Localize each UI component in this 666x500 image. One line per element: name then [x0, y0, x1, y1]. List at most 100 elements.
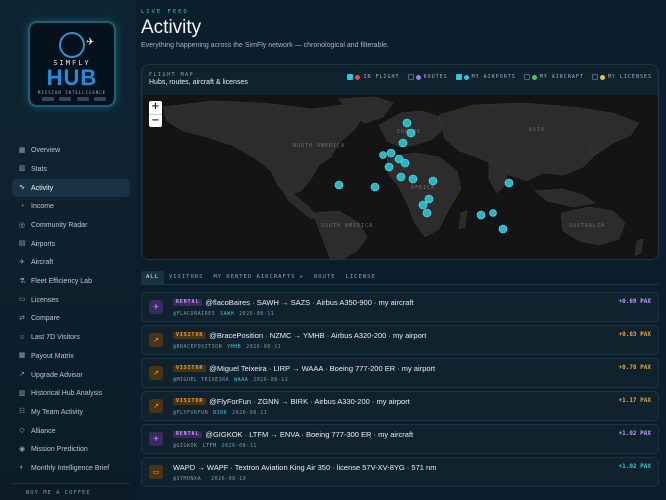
- sidebar-item-upgrade-advisor[interactable]: ↗ Upgrade Advisor: [12, 366, 130, 384]
- activity-meta: @GIGKOK LTFM 2026-08-11: [173, 443, 257, 449]
- visitors-icon: ☺: [18, 333, 26, 341]
- world-map[interactable]: NORTH AMERICA EUROPE ASIA AFRICA SOUTH A…: [143, 95, 658, 259]
- activity-description: @BracePosition · NZMC → YMHB · Airbus A3…: [209, 331, 427, 340]
- legend-toggle-my-aircraft[interactable]: MY AIRCRAFT: [523, 74, 584, 80]
- team-icon: ☷: [18, 408, 26, 416]
- logo-main: HUB: [46, 65, 98, 90]
- sidebar-item-label: Compare: [31, 315, 60, 323]
- sidebar-item-community-radar[interactable]: ◎ Community Radar: [12, 217, 130, 235]
- upgrade-icon: ↗: [19, 371, 25, 378]
- checkbox-icon[interactable]: [407, 74, 414, 80]
- tab-my-rented-aircrafts[interactable]: MY RENTED AIRCRAFTS ✈: [208, 271, 309, 284]
- checkbox-icon[interactable]: [455, 74, 462, 80]
- airport-icon: ▤: [18, 240, 26, 248]
- list-item[interactable]: ▭ WAPD → WAPF · Textron Aviation King Air…: [141, 457, 659, 487]
- sidebar-item-monthly-intelligence-brief[interactable]: ◐ Monthly Intelligence Brief: [12, 460, 130, 478]
- map-label-asia: ASIA: [529, 127, 545, 133]
- activity-user[interactable]: @MIGUEL TEIXEIRA: [173, 377, 229, 383]
- airport-marker: [370, 182, 380, 192]
- checkbox-icon[interactable]: [523, 74, 530, 80]
- sidebar-item-payout-matrix[interactable]: ▦ Payout Matrix: [12, 348, 130, 366]
- activity-icon: ∿: [19, 184, 25, 192]
- sidebar-item-label: Alliance: [31, 427, 56, 435]
- map-zoom-control: + −: [149, 101, 162, 127]
- bar-chart-icon: ▥: [18, 165, 26, 173]
- airport-marker: [406, 128, 416, 138]
- pax-value: +0.83 PAX: [618, 331, 651, 338]
- pax-value: +1.17 PAX: [618, 397, 651, 404]
- activity-user[interactable]: @FLYFORFUN: [173, 410, 208, 416]
- sidebar-item-label: Last 7D Visitors: [31, 334, 80, 342]
- sidebar-item-licenses[interactable]: ▭ Licenses: [12, 292, 130, 310]
- activity-airport-code: YMHB: [227, 344, 242, 350]
- list-item[interactable]: ↗ VISITOR @BracePosition · NZMC → YMHB · A…: [141, 325, 659, 355]
- buy-me-a-coffee-link[interactable]: BUY ME A COFFEE: [12, 483, 130, 500]
- sidebar-item-compare[interactable]: ⇄ Compare: [12, 310, 130, 328]
- sidebar-item-label: Community Radar: [31, 222, 88, 229]
- page-title: Activity: [141, 17, 202, 38]
- sidebar-item-label: Upgrade Advisor: [31, 371, 83, 379]
- activity-tag-badge: VISITOR: [173, 332, 207, 339]
- activity-meta: @FLACOBAIRES SAWH 2026-08-11: [173, 311, 274, 317]
- activity-date: 2026-08-11: [253, 377, 289, 383]
- list-item[interactable]: ✈ RENTAL @GIGKOK · LTFM → ENVA · Boeing 77…: [141, 424, 659, 454]
- sidebar-item-stats[interactable]: ▥ Stats: [12, 161, 130, 179]
- list-item[interactable]: ↗ VISITOR @Miguel Teixeira · LIRP → WAAA ·…: [141, 358, 659, 388]
- sidebar-item-historical-hub-analysis[interactable]: ▥ Historical Hub Analysis: [12, 385, 130, 403]
- legend-toggle-routes[interactable]: ROUTES: [407, 74, 448, 80]
- license-icon: ▭: [18, 296, 26, 304]
- grid-icon: ▦: [18, 146, 26, 154]
- activity-description: @flacoBaires · SAWH → SAZS · Airbus A350…: [205, 298, 414, 307]
- tab-visitors[interactable]: VISITORS: [164, 271, 209, 284]
- airport-marker: [428, 176, 438, 186]
- zoom-in-button[interactable]: +: [149, 101, 162, 114]
- airport-marker: [379, 151, 387, 159]
- sidebar-item-income[interactable]: ◔ Income: [12, 198, 130, 216]
- zoom-out-button[interactable]: −: [149, 114, 162, 127]
- checkbox-icon[interactable]: [591, 74, 598, 80]
- map-label-south-america: SOUTH AMERICA: [321, 223, 373, 229]
- sidebar-item-activity[interactable]: ∿ Activity: [12, 179, 130, 197]
- activity-airport-code: BIRK: [213, 410, 228, 416]
- sidebar-item-my-team-activity[interactable]: ☷ My Team Activity: [12, 404, 130, 422]
- list-item[interactable]: ✈ RENTAL @flacoBaires · SAWH → SAZS · Airb…: [141, 292, 659, 322]
- list-item[interactable]: ↗ VISITOR @FlyForFun · ZGNN → BIRK · Airbu…: [141, 391, 659, 421]
- sidebar-item-fleet-efficiency-lab[interactable]: ⚗ Fleet Efficiency Lab: [12, 273, 130, 291]
- brief-icon: ◐: [19, 464, 25, 472]
- sidebar-item-label: Fleet Efficiency Lab: [31, 278, 92, 286]
- sidebar-item-last-7d-visitors[interactable]: ☺ Last 7D Visitors: [12, 329, 130, 347]
- sidebar-item-label: Payout Matrix: [31, 352, 74, 360]
- pax-value: +1.02 PAX: [618, 430, 651, 437]
- activity-user[interactable]: @BRACEPOSITION: [173, 344, 222, 350]
- rental-icon: ✈: [149, 300, 163, 314]
- pax-value: +0.69 PAX: [618, 298, 651, 305]
- tab-route[interactable]: ROUTE: [309, 271, 341, 284]
- sidebar-item-airports[interactable]: ▤ Airports: [12, 235, 130, 253]
- activity-date: 2026-08-11: [221, 443, 257, 449]
- airport-marker: [504, 178, 514, 188]
- legend-toggle-my-airports[interactable]: MY AIRPORTS: [455, 74, 516, 80]
- airport-marker: [498, 224, 508, 234]
- activity-user[interactable]: @FLACOBAIRES: [173, 311, 215, 317]
- tab-all[interactable]: ALL: [141, 271, 164, 284]
- sidebar-item-label: Mission Prediction: [31, 446, 88, 454]
- sidebar: ✈ SIMFLY HUB MISSION INTELLIGENCE ▦ Overv…: [0, 0, 136, 500]
- sidebar-item-alliance[interactable]: ◇ Alliance: [12, 422, 130, 440]
- legend-toggle-my-licenses[interactable]: MY LICENSES: [591, 74, 652, 80]
- sidebar-item-label: My Team Activity: [31, 408, 83, 416]
- sidebar-item-mission-prediction[interactable]: ◉ Mission Prediction: [12, 441, 130, 459]
- tab-license[interactable]: LICENSE: [341, 271, 381, 284]
- simfly-hub-logo[interactable]: ✈ SIMFLY HUB MISSION INTELLIGENCE: [28, 21, 116, 107]
- checkbox-icon[interactable]: [347, 74, 354, 80]
- activity-user[interactable]: @SYMONXA: [173, 476, 201, 482]
- airport-marker: [424, 194, 434, 204]
- airport-marker: [422, 208, 432, 218]
- legend-label: MY AIRPORTS: [471, 74, 516, 80]
- legend-toggle-in-flight[interactable]: IN FLIGHT: [347, 74, 399, 80]
- sidebar-item-aircraft[interactable]: ✈ Aircraft: [12, 254, 130, 272]
- activity-user[interactable]: @GIGKOK: [173, 443, 198, 449]
- activity-text: RENTAL @flacoBaires · SAWH → SAZS · Airbu…: [173, 298, 414, 307]
- airport-marker: [418, 200, 428, 210]
- sidebar-item-overview[interactable]: ▦ Overview: [12, 142, 130, 160]
- sidebar-item-label: Income: [31, 203, 54, 211]
